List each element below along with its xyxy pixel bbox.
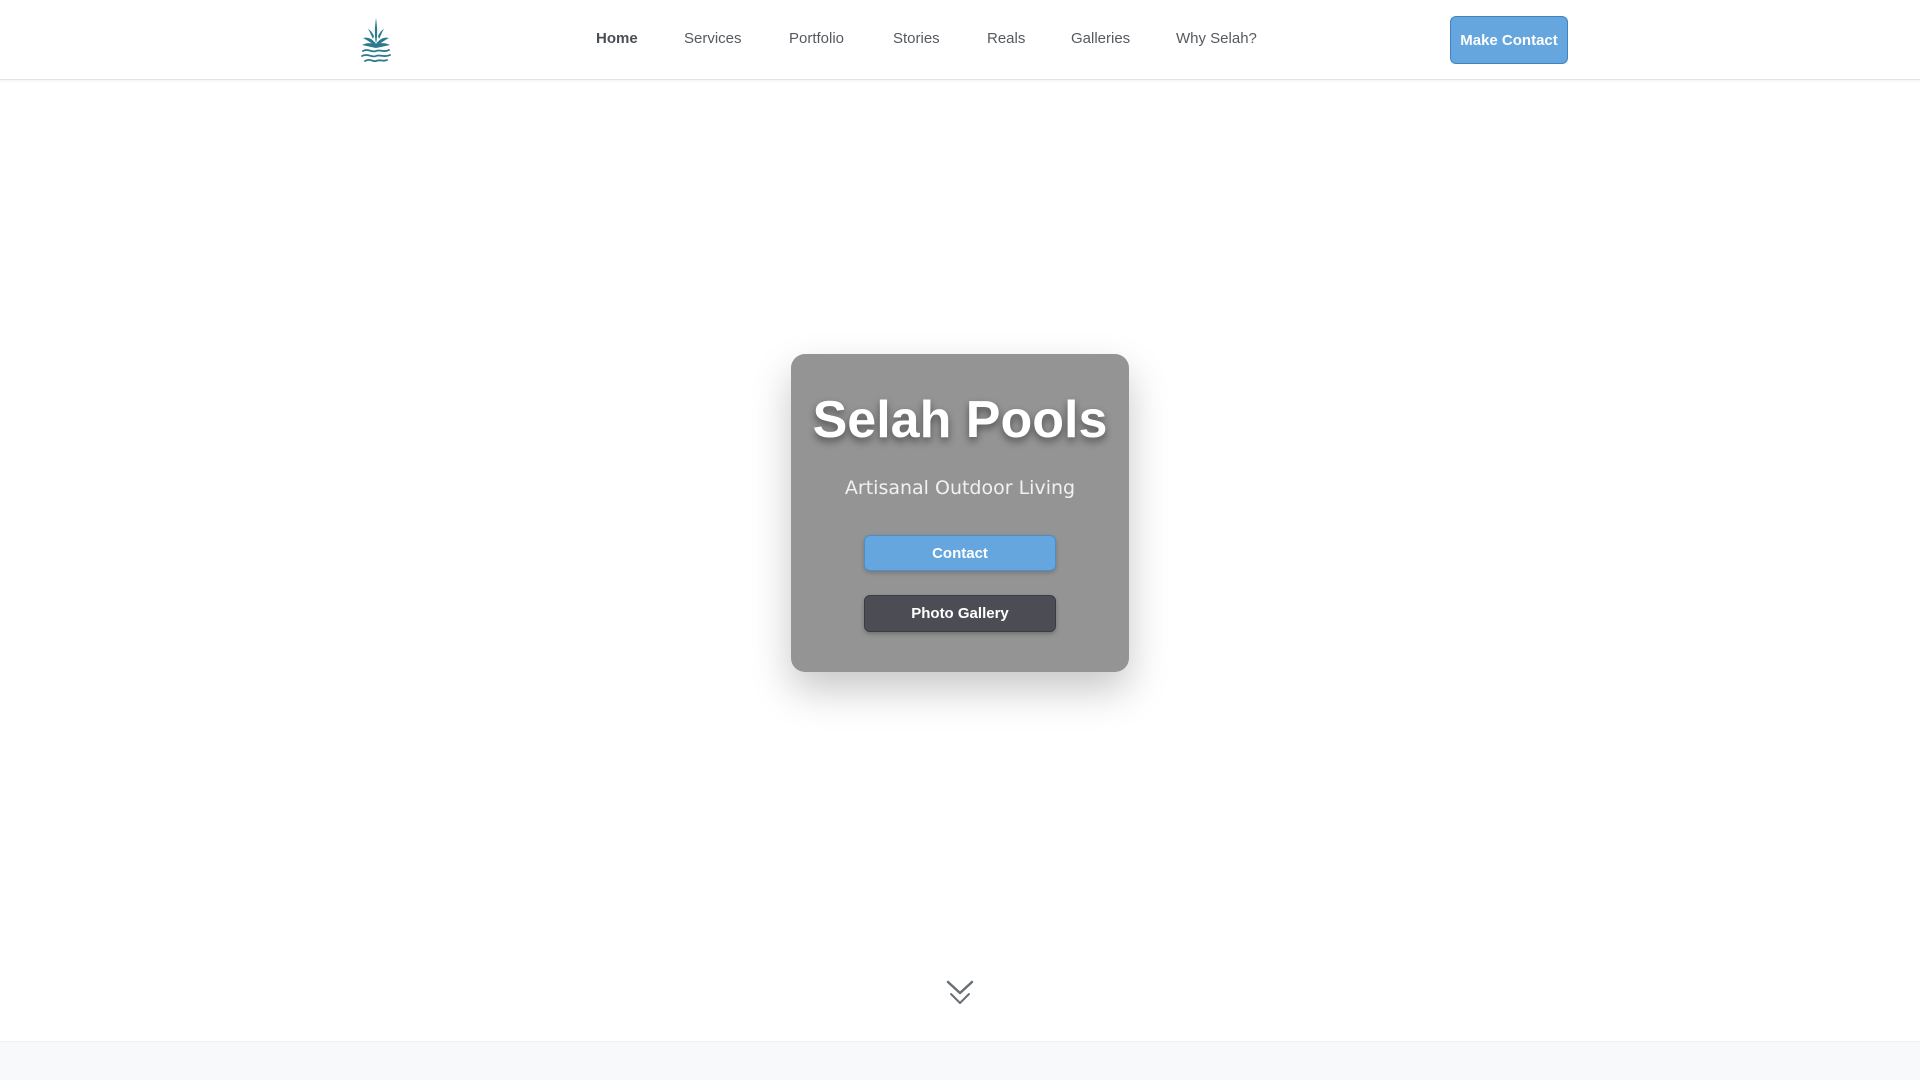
site-logo[interactable] [358, 16, 394, 64]
nav-services-link[interactable]: Services [684, 30, 742, 47]
hero-subtitle: Artisanal Outdoor Living [844, 477, 1076, 499]
hero-card: Selah Pools Artisanal Outdoor Living Con… [791, 354, 1129, 672]
nav-portfolio-link[interactable]: Portfolio [789, 30, 844, 47]
nav-galleries-link[interactable]: Galleries [1071, 30, 1130, 47]
next-section-strip [0, 1041, 1920, 1080]
main-nav: Home Services Portfolio Stories Reals Ga… [0, 0, 1920, 80]
nav-why-selah-link[interactable]: Why Selah? [1176, 30, 1257, 47]
hero-title: Selah Pools [812, 391, 1108, 449]
lotus-wave-logo-icon [361, 18, 391, 63]
nav-home-link[interactable]: Home [596, 30, 638, 47]
top-navbar: Home Services Portfolio Stories Reals Ga… [0, 0, 1920, 80]
scroll-down-button[interactable] [944, 978, 976, 1008]
double-chevron-down-icon [946, 980, 974, 1004]
nav-reals-link[interactable]: Reals [987, 30, 1025, 47]
nav-stories-link[interactable]: Stories [893, 30, 940, 47]
make-contact-button[interactable]: Make Contact [1450, 16, 1568, 64]
hero-contact-button[interactable]: Contact [864, 535, 1056, 571]
hero-photo-gallery-button[interactable]: Photo Gallery [864, 595, 1056, 632]
